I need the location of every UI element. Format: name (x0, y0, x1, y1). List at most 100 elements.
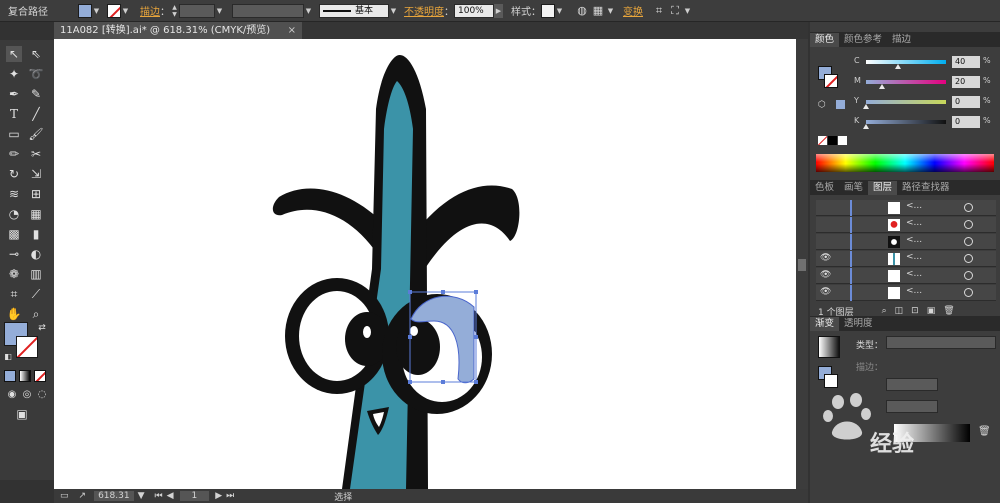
scale-tool-icon[interactable]: ⇲ (28, 166, 44, 182)
graphic-style-dropdown[interactable]: ▼ (555, 4, 564, 18)
target-icon[interactable] (964, 288, 973, 297)
blend-tool-icon[interactable]: ◐ (28, 246, 44, 262)
page-input[interactable]: 1 (179, 491, 210, 501)
direct-selection-tool-icon[interactable]: ⇖ (28, 46, 44, 62)
selection-tool-icon[interactable]: ↖ (6, 46, 22, 62)
slider-y[interactable]: Y 0 % (850, 96, 1000, 110)
free-transform-tool-icon[interactable]: ⊞ (28, 186, 44, 202)
shape-builder-tool-icon[interactable]: ◔ (6, 206, 22, 222)
gradient-mode-button[interactable] (19, 370, 31, 382)
target-icon[interactable] (964, 203, 973, 212)
m-value-input[interactable]: 20 (952, 76, 980, 88)
next-page-icon[interactable]: ▶ (215, 491, 222, 501)
lasso-tool-icon[interactable]: ➰ (28, 66, 44, 82)
gradient-preview[interactable] (818, 336, 840, 358)
layer-row[interactable]: <... (816, 234, 996, 250)
vertical-scrollbar[interactable] (796, 39, 808, 489)
panel-stroke-swatch[interactable] (824, 74, 838, 88)
stroke-weight-dropdown[interactable]: ▼ (215, 4, 224, 18)
slider-k[interactable]: K 0 % (850, 116, 1000, 130)
stroke-link[interactable]: 描边 (140, 3, 160, 18)
recolor-icon[interactable]: ◍ (574, 3, 590, 19)
white-chip[interactable] (838, 136, 847, 145)
fill-swatch[interactable] (78, 3, 92, 18)
stroke-color-box[interactable] (16, 336, 38, 358)
slider-c[interactable]: C 40 % (850, 56, 1000, 70)
first-page-icon[interactable]: ⏮ (154, 491, 162, 501)
tab-color[interactable]: 颜色 (810, 33, 840, 47)
perspective-grid-tool-icon[interactable]: ▦ (28, 206, 44, 222)
mesh-tool-icon[interactable]: ▩ (6, 226, 22, 242)
zoom-input[interactable]: 618.31 (94, 491, 134, 501)
panel-menu-icon[interactable]: ⛶ (667, 3, 683, 19)
layer-row[interactable]: 👁 <... (816, 268, 996, 284)
tab-swatches[interactable]: 色板 (810, 181, 839, 195)
isolate-icon[interactable]: ⌗ (651, 3, 667, 19)
delete-layer-icon[interactable]: 🗑 (943, 306, 954, 316)
tab-pathfinder[interactable]: 路径查找器 (897, 181, 955, 195)
tab-stroke[interactable]: 描边 (887, 33, 916, 47)
paintbrush-tool-icon[interactable]: 🖌 (28, 126, 44, 142)
gradient-stroke-swatch[interactable] (824, 374, 838, 388)
target-icon[interactable] (964, 271, 973, 280)
draw-normal-icon[interactable]: ◉ (4, 386, 20, 402)
slider-k-knob[interactable] (863, 124, 869, 129)
pen-tool-icon[interactable]: ✒ (6, 86, 22, 102)
layer-row[interactable]: 👁 <... (816, 251, 996, 267)
target-icon[interactable] (964, 254, 973, 263)
none-color-chip[interactable] (818, 136, 827, 145)
tab-color-guide[interactable]: 颜色参考 (839, 33, 887, 47)
rotate-tool-icon[interactable]: ↻ (6, 166, 22, 182)
tab-layers[interactable]: 图层 (868, 181, 898, 195)
rectangle-tool-icon[interactable]: ▭ (6, 126, 22, 142)
stroke-weight-stepper[interactable]: ▲ ▼ (170, 4, 179, 18)
curvature-tool-icon[interactable]: ✎ (28, 86, 44, 102)
variable-width-dropdown[interactable]: ▼ (304, 4, 313, 18)
screen-mode-icon[interactable]: ▣ (14, 406, 30, 422)
brush-definition-select[interactable]: 基本 (319, 3, 389, 18)
artboard-tool-icon[interactable]: ⌗ (6, 286, 22, 302)
stroke-swatch[interactable] (107, 3, 121, 18)
transform-link[interactable]: 变换 (623, 3, 643, 18)
none-mode-button[interactable] (34, 370, 46, 382)
menu-dropdown[interactable]: ▼ (683, 4, 692, 18)
zoom-dropdown-icon[interactable]: ▼ (138, 491, 145, 501)
layer-row[interactable]: <... (816, 200, 996, 216)
document-tab[interactable]: 11A082 [转换].ai* @ 618.31% (CMYK/预览) × (54, 22, 302, 39)
type-tool-icon[interactable]: T (6, 106, 22, 122)
gradient-tool-icon[interactable]: ▮ (28, 226, 44, 242)
opacity-link[interactable]: 不透明度 (404, 3, 444, 18)
warp-tool-icon[interactable]: ≋ (6, 186, 22, 202)
align-icon[interactable]: ▦ (590, 3, 606, 19)
last-page-icon[interactable]: ⏭ (226, 491, 234, 501)
out-of-gamut-icon[interactable]: ⬡ (818, 100, 826, 110)
swap-colors-icon[interactable]: ⇄ (34, 320, 50, 336)
gradient-angle-input[interactable] (886, 378, 938, 391)
scissors-tool-icon[interactable]: ✂ (28, 146, 44, 162)
symbol-sprayer-tool-icon[interactable]: ❁ (6, 266, 22, 282)
slider-c-knob[interactable] (895, 64, 901, 69)
c-value-input[interactable]: 40 (952, 56, 980, 68)
draw-behind-icon[interactable]: ◎ (19, 386, 35, 402)
tab-gradient[interactable]: 渐变 (810, 317, 840, 331)
visibility-eye-icon[interactable]: 👁 (820, 270, 832, 282)
opacity-dropdown[interactable]: ▶ (494, 3, 503, 18)
align-dropdown[interactable]: ▼ (606, 4, 615, 18)
pencil-tool-icon[interactable]: ✏ (6, 146, 22, 162)
target-icon[interactable] (964, 237, 973, 246)
eyedropper-tool-icon[interactable]: ⊸ (6, 246, 22, 262)
new-layer-icon[interactable]: ▣ (927, 306, 936, 316)
target-icon[interactable] (964, 220, 973, 229)
clipping-mask-icon[interactable]: ◫ (895, 306, 904, 316)
locate-object-icon[interactable]: ⌕ (882, 306, 887, 316)
slider-m-knob[interactable] (879, 84, 885, 89)
visibility-eye-icon[interactable]: 👁 (820, 287, 832, 299)
opacity-input[interactable]: 100% (454, 3, 494, 18)
color-spectrum[interactable] (816, 154, 994, 172)
default-colors-icon[interactable]: ◧ (0, 348, 16, 364)
black-chip[interactable] (828, 136, 837, 145)
layout-icon[interactable]: ▭ (60, 491, 69, 501)
scroll-thumb[interactable] (798, 259, 806, 271)
y-value-input[interactable]: 0 (952, 96, 980, 108)
k-value-input[interactable]: 0 (952, 116, 980, 128)
